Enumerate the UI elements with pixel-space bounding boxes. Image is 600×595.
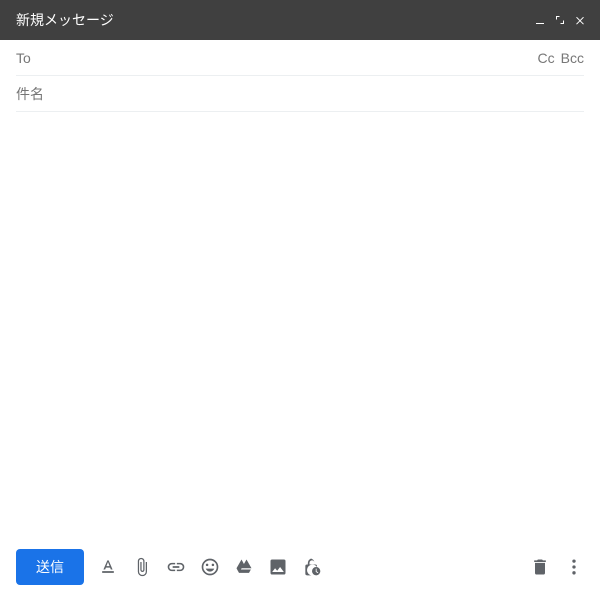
close-icon <box>574 14 586 26</box>
more-button[interactable] <box>564 557 584 577</box>
discard-button[interactable] <box>530 557 550 577</box>
confidential-button[interactable] <box>302 557 322 577</box>
compose-window: 新規メッセージ To Cc Bcc 送信 <box>0 0 600 595</box>
link-button[interactable] <box>166 557 186 577</box>
text-format-icon <box>98 557 118 577</box>
send-button[interactable]: 送信 <box>16 549 84 585</box>
titlebar: 新規メッセージ <box>0 0 600 40</box>
fullscreen-button[interactable] <box>550 10 570 30</box>
to-row: To Cc Bcc <box>16 40 584 76</box>
trash-icon <box>530 557 550 577</box>
formatting-button[interactable] <box>98 557 118 577</box>
emoji-button[interactable] <box>200 557 220 577</box>
header-fields: To Cc Bcc <box>0 40 600 112</box>
drive-button[interactable] <box>234 557 254 577</box>
minimize-button[interactable] <box>530 10 550 30</box>
smiley-icon <box>200 557 220 577</box>
subject-row <box>16 76 584 112</box>
close-button[interactable] <box>570 10 590 30</box>
window-title: 新規メッセージ <box>16 10 530 30</box>
more-vert-icon <box>564 557 584 577</box>
link-icon <box>166 557 186 577</box>
bcc-toggle[interactable]: Bcc <box>561 50 584 66</box>
to-label: To <box>16 50 31 66</box>
attach-button[interactable] <box>132 557 152 577</box>
message-body[interactable] <box>0 112 600 539</box>
expand-icon <box>554 14 566 26</box>
drive-icon <box>234 557 254 577</box>
subject-input[interactable] <box>16 86 584 102</box>
cc-toggle[interactable]: Cc <box>538 50 555 66</box>
image-icon <box>268 557 288 577</box>
bottom-toolbar: 送信 <box>0 539 600 595</box>
paperclip-icon <box>132 557 152 577</box>
lock-clock-icon <box>302 557 322 577</box>
image-button[interactable] <box>268 557 288 577</box>
minimize-icon <box>534 14 546 26</box>
to-input[interactable] <box>39 50 532 66</box>
